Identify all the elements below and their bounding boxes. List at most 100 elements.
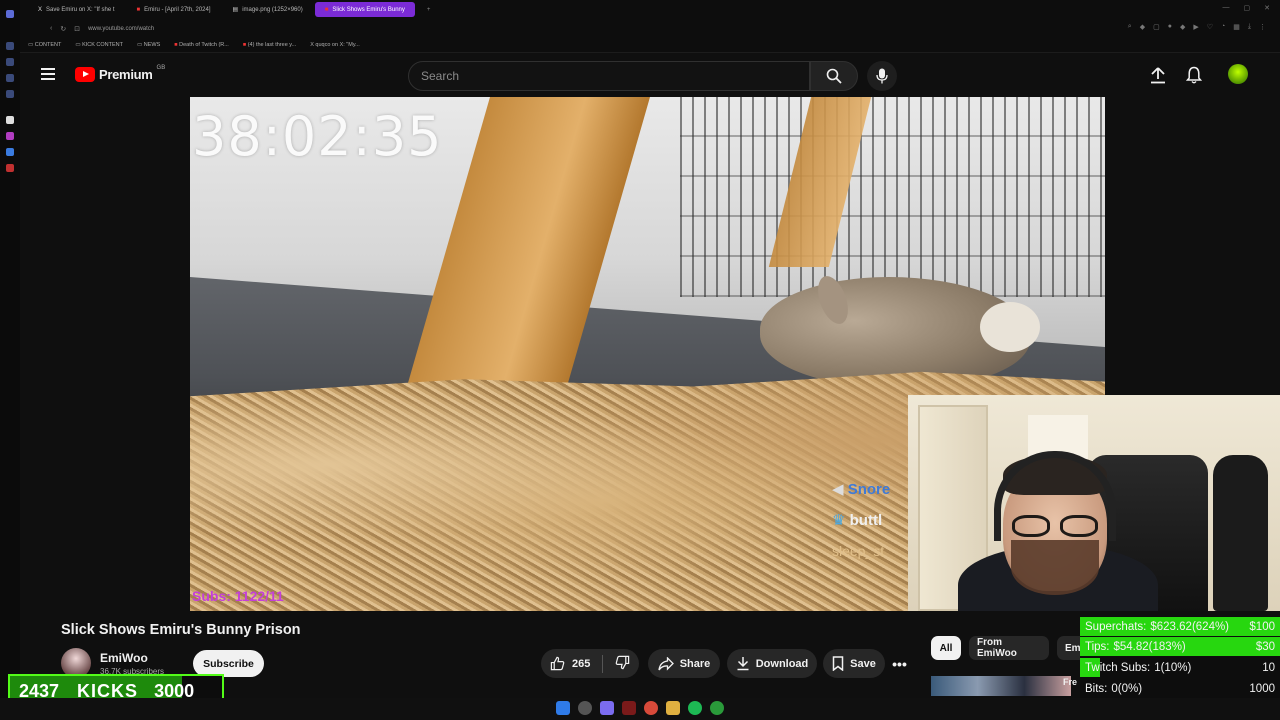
app-icon[interactable] [6, 58, 14, 66]
webcam-overlay [908, 395, 1280, 611]
like-button[interactable]: 265 [550, 656, 590, 671]
app-icon[interactable] [6, 132, 14, 140]
voice-search-button[interactable] [867, 61, 897, 91]
windows-start-icon[interactable] [556, 701, 570, 715]
browser-tab-active[interactable]: ■ Slick Shows Emiru's Bunny [314, 2, 415, 17]
download-button[interactable]: Download [727, 649, 817, 678]
youtube-play-icon [75, 67, 95, 82]
app-icon[interactable] [622, 701, 636, 715]
bookmark-item[interactable]: ▭ NEWS [137, 42, 160, 48]
url-text[interactable]: www.youtube.com/watch [88, 26, 154, 32]
browser-tab[interactable]: X Save Emiru on X: "If she t [28, 2, 125, 17]
folder-icon[interactable] [666, 701, 680, 715]
spotify-icon[interactable] [688, 701, 702, 715]
save-button[interactable]: Save [823, 649, 885, 678]
channel-name[interactable]: EmiWoo [100, 651, 148, 665]
dislike-button[interactable] [615, 655, 630, 673]
menu-icon[interactable] [41, 68, 55, 80]
share-icon [658, 656, 674, 671]
youtube-premium-logo[interactable]: Premium GB [75, 64, 166, 82]
browser-tab[interactable]: ▤ image.png (1252×960) [223, 2, 313, 17]
tab-label: Emiru - [April 27th, 2024] [144, 6, 211, 13]
bookmark-item[interactable]: X quqco on X: "My... [310, 42, 360, 48]
bookmark-item[interactable]: ■ (4) the last three y... [243, 42, 296, 48]
extension-icon[interactable]: ▢ [1153, 23, 1160, 31]
chip-from-channel[interactable]: From EmiWoo [969, 636, 1049, 660]
share-button[interactable]: Share [648, 649, 720, 678]
menu-dots-icon[interactable]: ⋮ [1259, 23, 1266, 31]
reload-icon[interactable]: ↻ [60, 25, 66, 33]
thumbs-up-icon [550, 656, 565, 671]
bookmark-item[interactable]: ■ Death of Twitch (R... [174, 42, 229, 48]
back-icon[interactable]: ‹ [50, 25, 52, 32]
more-horizontal-icon: ••• [892, 655, 907, 672]
bookmark-label: CONTENT [34, 42, 62, 48]
bookmark-item[interactable]: ▭ CONTENT [28, 42, 61, 48]
plus-icon: + [426, 6, 431, 13]
chat-text: sleep_st [832, 543, 885, 559]
maximize-icon[interactable]: ▢ [1244, 4, 1251, 12]
bookmark-label: (4) the last three y... [247, 42, 297, 48]
region-code: GB [156, 64, 166, 71]
notifications-button[interactable] [1184, 65, 1204, 85]
tab-bar: X Save Emiru on X: "If she t ■ Emiru - [Ap… [20, 0, 1280, 19]
subs-overlay: Subs: 1122/11 [192, 588, 284, 604]
extension-icon[interactable]: ◆ [1180, 23, 1185, 31]
app-icon[interactable] [6, 90, 14, 98]
recommended-thumbnail[interactable] [931, 676, 1071, 696]
zoom-icon[interactable]: ⌕ [1128, 23, 1132, 31]
xbox-icon[interactable] [710, 701, 724, 715]
close-icon[interactable]: ✕ [1264, 4, 1270, 12]
search-button[interactable] [810, 61, 858, 91]
goal-label: Bits: [1085, 682, 1108, 695]
heart-icon[interactable]: ♡ [1207, 23, 1213, 31]
extension-icon[interactable]: ● [1168, 23, 1172, 31]
app-icon[interactable] [6, 74, 14, 82]
extension-icon[interactable]: ◔ [1221, 23, 1225, 31]
extension-icon[interactable]: ▦ [1233, 23, 1240, 31]
chip-all[interactable]: All [931, 636, 961, 660]
minimize-icon[interactable]: — [1223, 4, 1230, 12]
app-icon[interactable] [6, 10, 14, 18]
bookmark-item[interactable]: ▭ KICK CONTENT [75, 42, 123, 48]
mute-icon: ◀ [832, 481, 844, 498]
goal-target: 10 [1262, 661, 1275, 674]
chrome-icon[interactable] [644, 701, 658, 715]
goal-value: 1(10%) [1154, 661, 1192, 674]
app-icon[interactable] [6, 148, 14, 156]
app-icon[interactable] [6, 116, 14, 124]
tab-label: Slick Shows Emiru's Bunny [332, 6, 405, 13]
file-icon: ▤ [232, 7, 239, 13]
browser-tab[interactable]: ■ Emiru - [April 27th, 2024] [127, 2, 221, 17]
share-label: Share [679, 657, 711, 670]
extension-icons: ⌕ ◆ ▢ ● ◆ ▶ ♡ ◔ ▦ ⤓ ⋮ [1128, 23, 1266, 31]
x-icon: X [38, 6, 43, 13]
download-icon[interactable]: ⤓ [1248, 23, 1251, 31]
search-icon[interactable] [578, 701, 592, 715]
mic-icon [876, 68, 888, 84]
browser-side-rail [0, 0, 20, 720]
chat-overlay: ◀ Snore ♛ buttl sleep_st [832, 474, 910, 567]
youtube-icon: ■ [324, 6, 329, 13]
search-input[interactable]: Search [408, 61, 810, 91]
extension-icon[interactable]: ◆ [1140, 23, 1145, 31]
video-frame-bunny-tail [980, 302, 1040, 352]
chat-text: Snore [847, 481, 891, 498]
avatar[interactable] [1228, 64, 1248, 84]
app-icon[interactable] [6, 164, 14, 172]
new-tab-button[interactable]: + [417, 2, 441, 17]
goal-value: $623.62(624%) [1150, 620, 1230, 633]
more-actions-button[interactable]: ••• [885, 649, 914, 678]
video-frame-cage-bars [680, 97, 1105, 297]
webcam-person-beard [1011, 540, 1099, 595]
extension-icon[interactable]: ▶ [1193, 23, 1198, 31]
discord-icon[interactable] [600, 701, 614, 715]
goal-value: 0(0%) [1111, 682, 1143, 695]
upload-button[interactable] [1148, 65, 1168, 85]
bookmark-label: Death of Twitch (R... [179, 42, 229, 48]
recommended-title[interactable]: Fre [1063, 677, 1077, 687]
bookmark-icon [832, 656, 844, 671]
goal-label: Tips: [1085, 640, 1110, 653]
subscribe-button[interactable]: Subscribe [193, 650, 264, 677]
app-icon[interactable] [6, 42, 14, 50]
